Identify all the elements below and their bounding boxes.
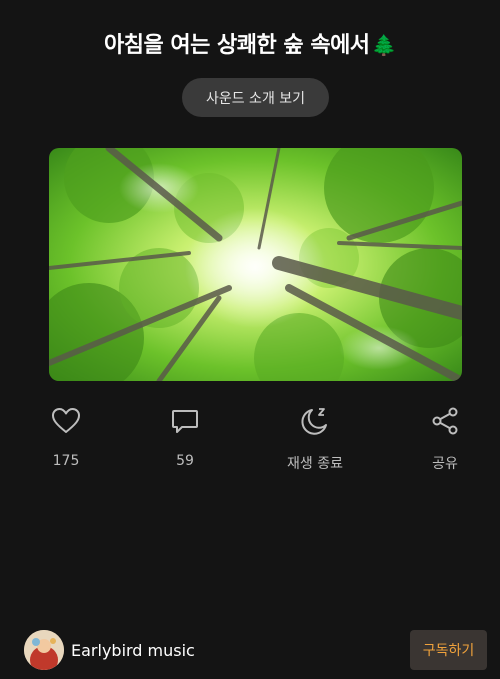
channel-name[interactable]: Earlybird music [71,641,195,660]
share-action[interactable]: 공유 [400,405,490,473]
heart-icon [52,408,80,433]
comment-icon [172,410,198,433]
page-title-text: 아침을 여는 상쾌한 숲 속에서 [104,33,370,58]
action-bar: 175 59 재생 종료 공유 [0,405,500,475]
sleep-timer-icon [301,408,327,435]
hero-forest-image[interactable] [49,148,462,381]
comment-action[interactable]: 59 [140,405,230,469]
sound-detail-screen: 아침을 여는 상쾌한 숲 속에서 🌲 사운드 소개 보기 175 59 재생 종… [0,0,500,679]
channel-avatar[interactable] [24,630,64,670]
sound-intro-button[interactable]: 사운드 소개 보기 [182,78,329,117]
share-icon [432,407,458,435]
sleep-timer-label: 재생 종료 [287,456,343,472]
subscribe-button[interactable]: 구독하기 [410,630,487,670]
page-title: 아침을 여는 상쾌한 숲 속에서 🌲 [0,27,500,59]
tree-emoji-icon: 🌲 [371,33,397,57]
like-count: 175 [52,453,80,469]
sleep-timer-action[interactable]: 재생 종료 [270,405,360,473]
avatar-image [24,630,64,670]
comment-count: 59 [176,453,194,469]
channel-footer: Earlybird music 구독하기 [0,630,500,672]
share-label: 공유 [432,456,458,472]
forest-canopy-image [49,148,462,381]
like-action[interactable]: 175 [21,405,111,469]
